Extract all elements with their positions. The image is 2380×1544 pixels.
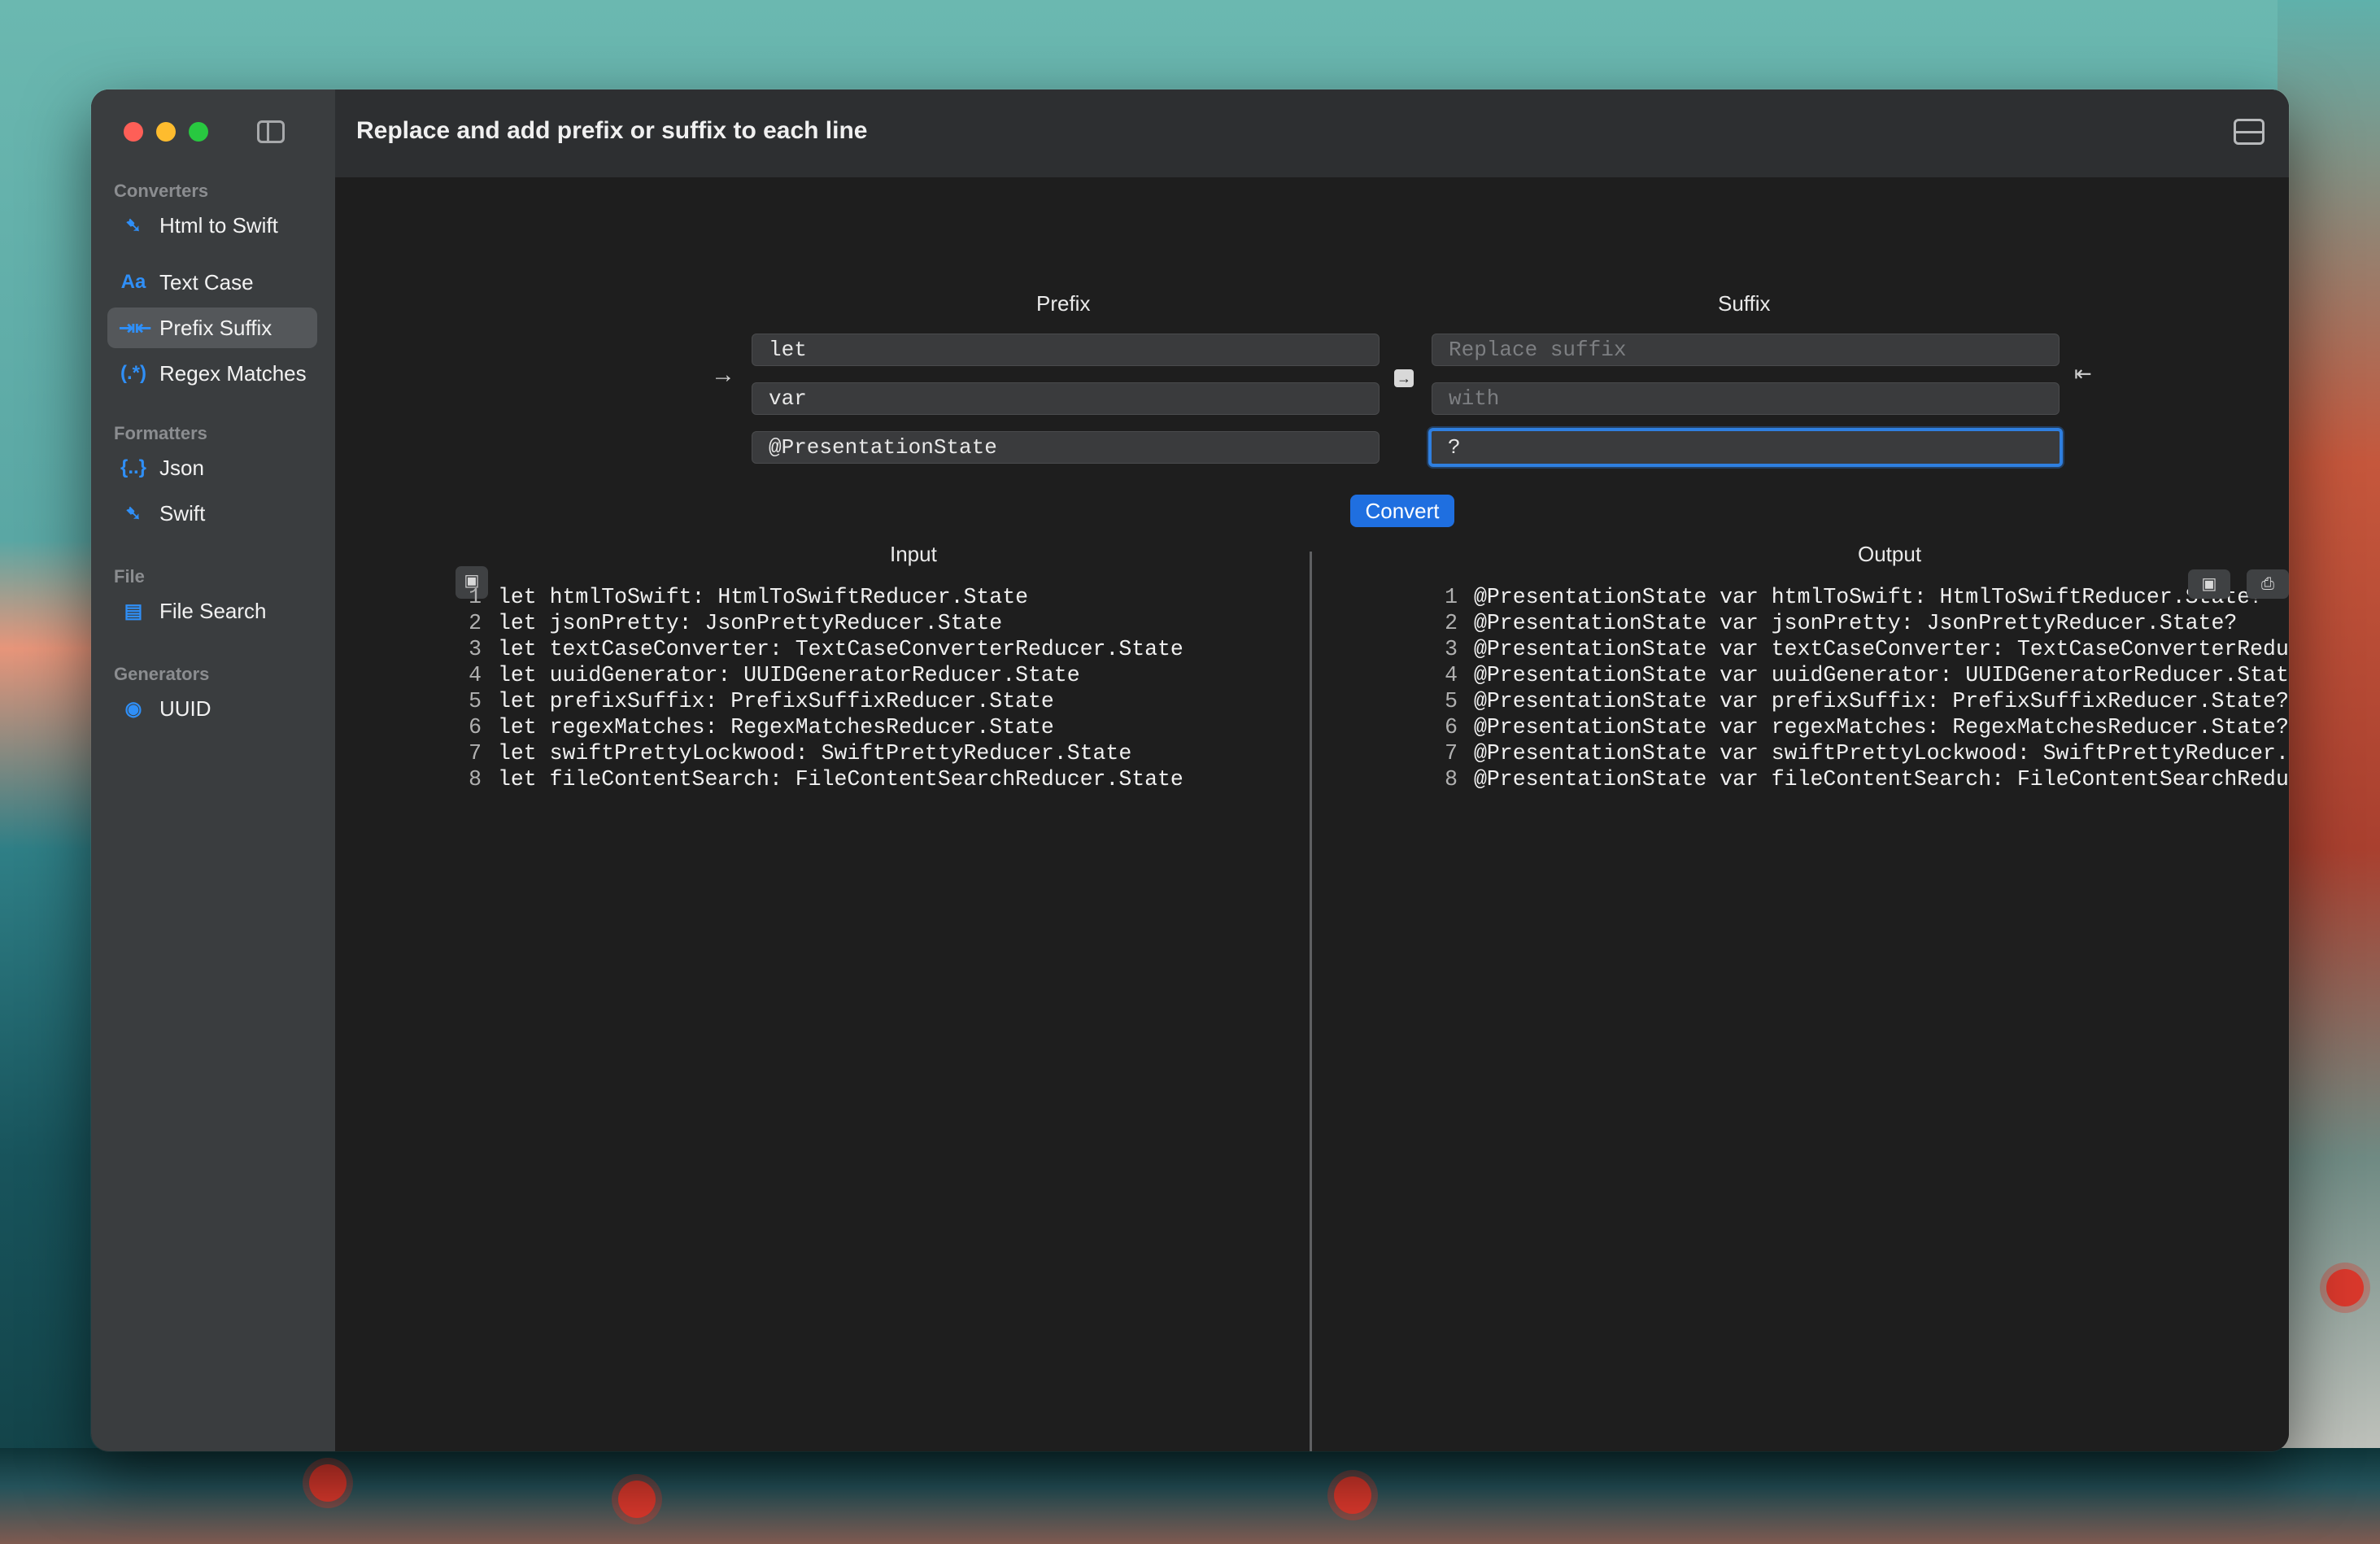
json-braces-icon: {..} (120, 456, 146, 478)
wallpaper-right (2278, 0, 2380, 1544)
flower-decoration (618, 1481, 656, 1518)
swap-arrow-icon[interactable]: → (1394, 369, 1414, 387)
sidebar-item-json[interactable]: {..} Json (107, 447, 317, 488)
text-case-icon: Aa (120, 271, 146, 293)
copy-output-button[interactable]: ▣ (2188, 569, 2230, 599)
flower-decoration (2326, 1269, 2364, 1306)
print-output-button[interactable]: ⎙ (2247, 569, 2289, 599)
prefix-with-field[interactable] (752, 382, 1380, 415)
section-title-formatters: Formatters (114, 423, 207, 443)
suffix-replace-field[interactable] (1432, 334, 2060, 366)
suffix-label: Suffix (1718, 291, 1771, 316)
section-title-generators: Generators (114, 664, 210, 684)
sidebar-item-regex-matches[interactable]: (.*) Regex Matches (107, 353, 317, 394)
swift-bird-icon: ➷ (124, 214, 142, 237)
suffix-add-field[interactable] (1428, 428, 2063, 467)
sidebar-item-swift[interactable]: ➷ Swift (107, 493, 317, 534)
code-line: 7 @PresentationState var swiftPrettyLockw… (1445, 741, 2289, 765)
layout-toggle-icon[interactable] (2234, 119, 2264, 145)
sidebar-item-text-case[interactable]: Aa Text Case (107, 262, 317, 303)
code-line: 1 let htmlToSwift: HtmlToSwiftReducer.Sta… (469, 585, 1029, 609)
title-bar: Replace and add prefix or suffix to each… (335, 89, 2289, 179)
prefix-add-field[interactable] (752, 431, 1380, 464)
arrow-to-end-icon: ⇤ (2074, 361, 2092, 386)
code-line: 3 let textCaseConverter: TextCaseConverte… (469, 637, 1183, 661)
suffix-with-field[interactable] (1432, 382, 2060, 415)
file-search-icon: ▤ (124, 600, 143, 622)
pane-divider[interactable] (1310, 552, 1312, 1451)
prefix-suffix-icon: ⇥⇤ (119, 316, 152, 339)
sidebar-item-uuid[interactable]: ◉ UUID (107, 688, 317, 729)
main-content: Prefix Suffix → → ⇤ Convert Input Output… (335, 177, 2289, 1451)
convert-button[interactable]: Convert (1350, 495, 1454, 527)
code-line: 5 @PresentationState var prefixSuffix: Pr… (1445, 689, 2289, 713)
sidebar-item-label: Html to Swift (159, 212, 278, 238)
close-window-button[interactable] (124, 122, 143, 142)
printer-icon: ⎙ (2261, 575, 2274, 593)
section-title-converters: Converters (114, 181, 209, 201)
code-line: 6 let regexMatches: RegexMatchesReducer.S… (469, 715, 1054, 739)
sidebar-item-label: Json (159, 455, 204, 480)
prefix-replace-field[interactable] (752, 334, 1380, 366)
sidebar-item-label: Swift (159, 500, 206, 526)
code-line: 7 let swiftPrettyLockwood: SwiftPrettyRed… (469, 741, 1132, 765)
copy-icon: ▣ (2201, 575, 2217, 593)
regex-icon: (.*) (120, 362, 146, 384)
output-editor[interactable]: 1 @PresentationState var htmlToSwift: Htm… (1422, 584, 2289, 792)
flower-decoration (1334, 1476, 1371, 1514)
wallpaper-bottom (0, 1448, 2380, 1544)
code-line: 8 @PresentationState var fileContentSearc… (1445, 767, 2289, 792)
sidebar-item-label: Text Case (159, 269, 254, 294)
code-line: 5 let prefixSuffix: PrefixSuffixReducer.S… (469, 689, 1054, 713)
sidebar-item-prefix-suffix[interactable]: ⇥⇤ Prefix Suffix (107, 307, 317, 348)
code-line: 6 @PresentationState var regexMatches: Re… (1445, 715, 2289, 739)
input-label: Input (890, 542, 937, 566)
code-line: 1 @PresentationState var htmlToSwift: Htm… (1445, 585, 2264, 609)
zoom-window-button[interactable] (189, 122, 208, 142)
minimize-window-button[interactable] (156, 122, 176, 142)
flower-decoration (309, 1464, 347, 1502)
swift-bird-icon: ➷ (124, 502, 142, 525)
output-label: Output (1858, 542, 1922, 566)
code-line: 4 @PresentationState var uuidGenerator: U… (1445, 663, 2289, 687)
sidebar-item-label: UUID (159, 696, 211, 721)
page-title: Replace and add prefix or suffix to each… (356, 117, 868, 144)
input-editor[interactable]: 1 let htmlToSwift: HtmlToSwiftReducer.Sta… (446, 584, 1183, 792)
uuid-icon: ◉ (124, 697, 142, 720)
section-title-file: File (114, 566, 145, 587)
code-line: 3 @PresentationState var textCaseConverte… (1445, 637, 2289, 661)
code-line: 8 let fileContentSearch: FileContentSearc… (469, 767, 1183, 792)
sidebar-item-file-search[interactable]: ▤ File Search (107, 591, 317, 631)
sidebar-item-label: Regex Matches (159, 360, 307, 386)
code-line: 2 let jsonPretty: JsonPrettyReducer.State (469, 611, 1003, 635)
sidebar-toggle-icon[interactable] (257, 120, 285, 143)
sidebar-item-html-to-swift[interactable]: ➷ Html to Swift (107, 205, 317, 246)
app-window: Converters ➷ Html to Swift Aa Text Case … (91, 89, 2289, 1451)
sidebar: Converters ➷ Html to Swift Aa Text Case … (91, 89, 337, 1451)
sidebar-item-label: Prefix Suffix (159, 315, 272, 340)
arrow-right-icon: → (711, 361, 735, 388)
code-line: 4 let uuidGenerator: UUIDGeneratorReducer… (469, 663, 1080, 687)
code-line: 2 @PresentationState var jsonPretty: Json… (1445, 611, 2238, 635)
sidebar-item-label: File Search (159, 598, 267, 623)
prefix-label: Prefix (1036, 291, 1091, 316)
